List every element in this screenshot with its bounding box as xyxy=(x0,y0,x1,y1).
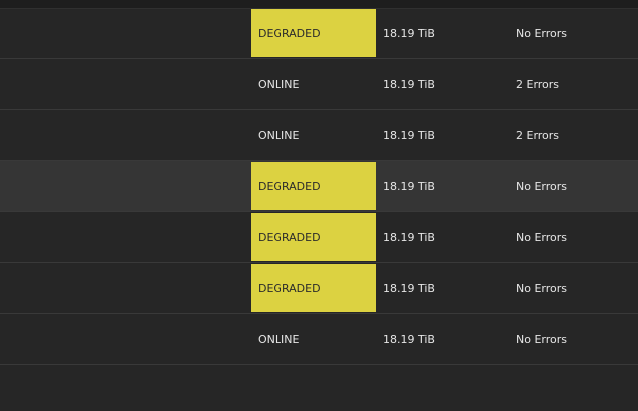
capacity-cell: 18.19 TiB xyxy=(383,179,435,193)
capacity-cell: 18.19 TiB xyxy=(383,128,435,142)
errors-cell: 2 Errors xyxy=(516,77,560,91)
errors-cell: No Errors xyxy=(516,332,567,346)
errors-cell: 2 Errors xyxy=(516,128,560,142)
device-name-cell xyxy=(0,110,251,160)
errors-cell: No Errors xyxy=(516,281,567,295)
status-badge: ONLINE xyxy=(258,332,300,346)
status-badge: ONLINE xyxy=(258,77,300,91)
errors-cell: No Errors xyxy=(516,26,567,40)
device-name-cell xyxy=(0,59,251,109)
table-row[interactable]: DEGRADED 18.19 TiB No Errors xyxy=(0,161,638,212)
device-name-cell xyxy=(0,8,251,58)
capacity-cell: 18.19 TiB xyxy=(383,77,435,91)
status-badge: DEGRADED xyxy=(251,264,376,312)
table-row[interactable]: ONLINE 18.19 TiB 2 Errors xyxy=(0,110,638,161)
capacity-cell: 18.19 TiB xyxy=(383,281,435,295)
capacity-cell: 18.19 TiB xyxy=(383,332,435,346)
table-row[interactable]: DEGRADED 18.19 TiB No Errors xyxy=(0,263,638,314)
status-badge: ONLINE xyxy=(258,128,300,142)
capacity-cell: 18.19 TiB xyxy=(383,230,435,244)
table-row[interactable]: DEGRADED 18.19 TiB No Errors xyxy=(0,8,638,59)
errors-cell: No Errors xyxy=(516,230,567,244)
status-badge: DEGRADED xyxy=(251,9,376,57)
table-row[interactable]: ONLINE 18.19 TiB 2 Errors xyxy=(0,59,638,110)
status-badge: DEGRADED xyxy=(251,162,376,210)
device-name-cell xyxy=(0,314,251,364)
table-row[interactable]: DEGRADED 18.19 TiB No Errors xyxy=(0,212,638,263)
pool-table: DEGRADED 18.19 TiB No Errors ONLINE 18.1… xyxy=(0,0,638,411)
table-row[interactable]: ONLINE 18.19 TiB No Errors xyxy=(0,314,638,365)
capacity-cell: 18.19 TiB xyxy=(383,26,435,40)
status-badge: DEGRADED xyxy=(251,213,376,261)
errors-cell: No Errors xyxy=(516,179,567,193)
device-name-cell xyxy=(0,263,251,313)
device-name-cell xyxy=(0,161,251,211)
device-name-cell xyxy=(0,212,251,262)
